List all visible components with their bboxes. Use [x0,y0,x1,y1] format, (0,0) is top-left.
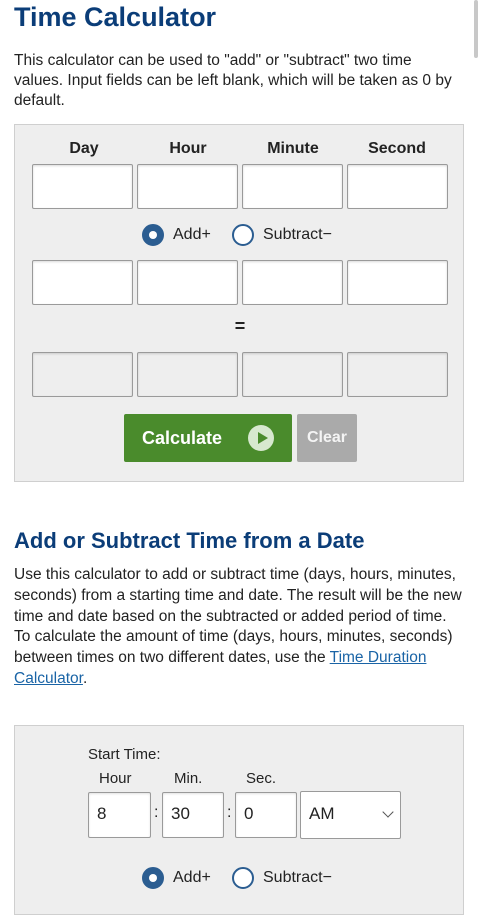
start-minute-input[interactable]: 30 [162,792,224,838]
calculate-button-label: Calculate [142,428,223,448]
chevron-down-icon [382,806,394,818]
second-input-2[interactable] [347,260,448,305]
day-input-2[interactable] [32,260,133,305]
hour-input-1[interactable] [137,164,238,209]
add-radio-label-2[interactable]: Add+ [173,869,211,887]
day-input-1[interactable] [32,164,133,209]
section-title: Add or Subtract Time from a Date [14,528,365,553]
minute-result [242,352,343,397]
column-header-hour: Hour [169,140,207,157]
colon-separator: : [154,804,159,821]
colon-separator: : [227,804,232,821]
hour-input-2[interactable] [137,260,238,305]
subtract-radio-label-2[interactable]: Subtract− [263,869,332,887]
sec-label: Sec. [246,770,277,787]
minute-input-1[interactable] [242,164,343,209]
description-end: . [82,669,88,687]
hour-label: Hour [99,770,132,787]
add-radio-label[interactable]: Add+ [173,226,211,244]
minute-input-2[interactable] [242,260,343,305]
subtract-radio[interactable] [232,224,254,246]
subtract-radio-label[interactable]: Subtract− [263,226,332,244]
start-hour-input[interactable]: 8 [88,792,151,838]
subtract-radio-2[interactable] [232,867,254,889]
hour-result [137,352,238,397]
section-description: Use this calculator to add or subtract t… [14,565,464,690]
play-icon [248,425,274,451]
column-header-second: Second [368,140,426,157]
column-header-minute: Minute [267,140,319,157]
column-header-day: Day [69,140,99,157]
start-time-label: Start Time: [88,746,161,763]
add-radio[interactable] [142,224,164,246]
calculate-button[interactable]: Calculate [124,414,292,462]
intro-text: This calculator can be used to "add" or … [14,52,452,109]
add-radio-2[interactable] [142,867,164,889]
day-result [32,352,133,397]
am-pm-select[interactable]: AM [300,791,401,839]
equals-sign: = [234,316,246,336]
min-label: Min. [174,770,203,787]
scrollbar[interactable] [474,0,478,58]
am-pm-value: AM [309,804,335,823]
clear-button[interactable]: Clear [297,414,357,462]
page-title: Time Calculator [14,2,217,32]
second-input-1[interactable] [347,164,448,209]
second-result [347,352,448,397]
start-second-input[interactable]: 0 [235,792,297,838]
